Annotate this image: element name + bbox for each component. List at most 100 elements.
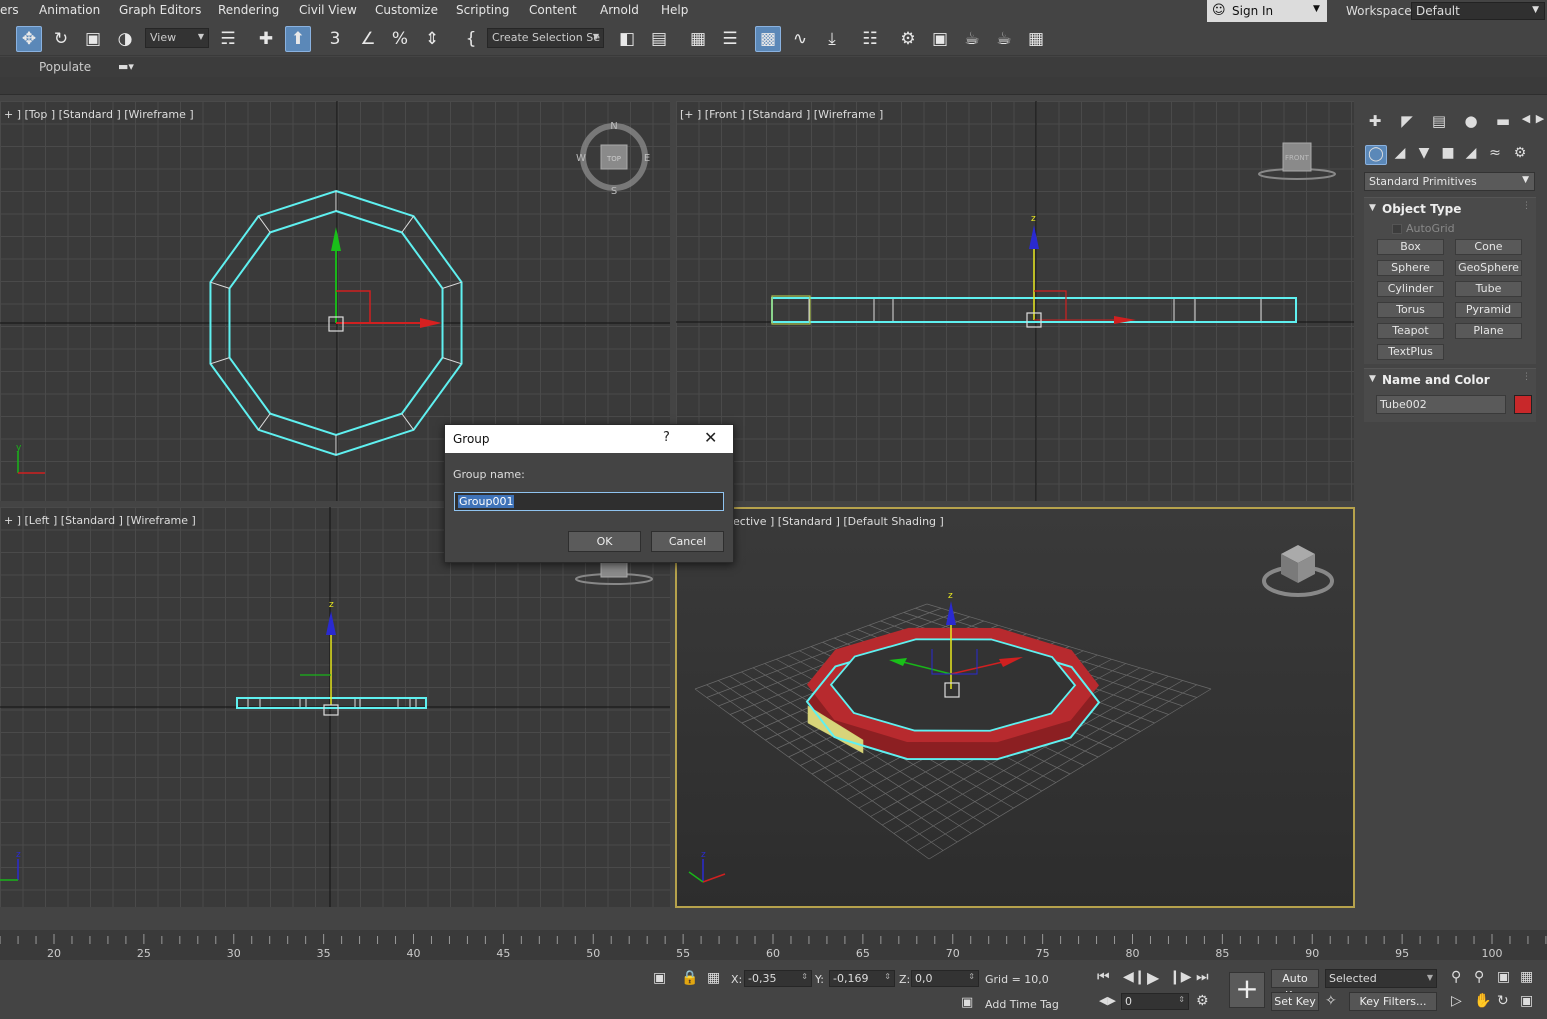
pyramid-button[interactable]: Pyramid — [1455, 302, 1522, 318]
viewport-front[interactable]: z FRONT [+ ] [Front ] [Standard ] [Wiref… — [676, 101, 1354, 501]
space-warps-category-icon[interactable]: ≈ — [1484, 145, 1506, 165]
menu-item-animation[interactable]: Animation — [39, 3, 100, 17]
group-name-input[interactable]: Group001 — [454, 492, 724, 511]
add-time-tag-button[interactable]: Add Time Tag — [985, 998, 1059, 1011]
select-and-place-icon[interactable]: ◑ — [112, 26, 138, 52]
spinner-icon[interactable]: ⇕ — [968, 972, 975, 981]
sign-in-button[interactable]: ☺ Sign In ▼ — [1207, 0, 1327, 22]
isolate-selection-icon[interactable]: ▣ — [653, 970, 666, 986]
orbit-icon[interactable]: ↻ — [1497, 993, 1509, 1009]
hierarchy-tab-icon[interactable]: ▤ — [1427, 112, 1451, 134]
select-and-scale-icon[interactable]: ▣ — [80, 26, 106, 52]
select-and-rotate-icon[interactable]: ↻ — [48, 26, 74, 52]
absolute-mode-icon[interactable]: ▦ — [707, 970, 720, 986]
menu-item-help[interactable]: Help — [661, 3, 688, 17]
object-color-swatch[interactable] — [1514, 395, 1532, 414]
viewport-left[interactable]: z z + ] [Left ] [Standard ] [Wireframe ] — [0, 507, 670, 907]
current-frame-field[interactable]: 0 ⇕ — [1121, 993, 1189, 1010]
zoom-extents-icon[interactable]: ▣ — [1497, 969, 1510, 985]
object-name-field[interactable]: Tube002 — [1376, 395, 1506, 414]
material-editor-icon[interactable]: ☷ — [857, 26, 883, 52]
menu-item-rendering[interactable]: Rendering — [218, 3, 279, 17]
menu-item-scripting[interactable]: Scripting — [456, 3, 509, 17]
pan-hand-icon[interactable]: ✋ — [1474, 993, 1491, 1009]
render-production-icon[interactable]: ☕ — [959, 26, 985, 52]
geosphere-button[interactable]: GeoSphere — [1455, 260, 1522, 276]
teapot-button[interactable]: Teapot — [1377, 323, 1444, 339]
snaps-toggle-icon[interactable]: 3 — [322, 26, 348, 52]
render-iterative-icon[interactable]: ☕ — [991, 26, 1017, 52]
named-selection-sets-dropdown[interactable]: Create Selection Se ▼ — [487, 28, 604, 48]
spinner-icon[interactable]: ⇕ — [1178, 995, 1185, 1004]
chevron-right-icon[interactable]: ▶ — [1533, 112, 1547, 134]
key-mode-dropdown[interactable]: Selected ▼ — [1325, 969, 1437, 988]
close-icon[interactable]: ✕ — [704, 428, 717, 447]
tube-button[interactable]: Tube — [1455, 281, 1522, 297]
viewport-label-perspective[interactable]: ective ] [Standard ] [Default Shading ] — [733, 515, 944, 528]
zoom-icon[interactable]: ⚲ — [1451, 969, 1461, 985]
set-key-button[interactable]: Set Key — [1271, 992, 1319, 1011]
rendered-frame-window-icon[interactable]: ▣ — [927, 26, 953, 52]
lock-icon[interactable]: 🔒 — [681, 970, 698, 986]
viewport-label-front[interactable]: [+ ] [Front ] [Standard ] [Wireframe ] — [680, 108, 883, 121]
cameras-category-icon[interactable]: ■ — [1437, 145, 1459, 165]
maximize-viewport-icon[interactable]: ▣ — [1520, 993, 1533, 1009]
zoom-all-icon[interactable]: ⚲ — [1474, 969, 1484, 985]
cancel-button[interactable]: Cancel — [651, 531, 724, 552]
sphere-button[interactable]: Sphere — [1377, 260, 1444, 276]
auto-key-button[interactable]: Auto Key — [1271, 969, 1319, 1002]
menu-item-arnold[interactable]: Arnold — [600, 3, 639, 17]
keyboard-shortcut-override-icon[interactable]: ⬆ — [285, 26, 311, 52]
render-setup-icon[interactable]: ⚙ — [895, 26, 921, 52]
mirror-icon[interactable]: ◧ — [614, 26, 640, 52]
y-coordinate-field[interactable]: -0,169 ⇕ — [829, 970, 895, 987]
menu-item-graph-editors[interactable]: Graph Editors — [119, 3, 201, 17]
display-tab-icon[interactable]: ▬ — [1491, 112, 1515, 134]
gizmo-xy-plane[interactable] — [336, 290, 371, 323]
key-filters-button[interactable]: Key Filters... — [1349, 992, 1437, 1011]
lights-category-icon[interactable]: ▼ — [1413, 145, 1435, 165]
viewcube-left[interactable] — [575, 561, 653, 585]
key-filter-icon[interactable]: ✧ — [1325, 993, 1337, 1009]
spinner-icon[interactable]: ⇕ — [884, 972, 891, 981]
collapse-arrow-icon[interactable]: ▼ — [1369, 203, 1376, 213]
ribbon-tab-populate[interactable]: Populate — [39, 60, 91, 74]
menu-item-customize[interactable]: Customize — [375, 3, 438, 17]
cone-button[interactable]: Cone — [1455, 239, 1522, 255]
helpers-category-icon[interactable]: ◢ — [1460, 145, 1482, 165]
menu-item-ers[interactable]: ers — [0, 3, 19, 17]
zoom-extents-all-icon[interactable]: ▦ — [1520, 969, 1533, 985]
dialog-titlebar[interactable]: Group ? ✕ — [445, 425, 733, 453]
angle-snap-icon[interactable]: ∠ — [355, 26, 381, 52]
go-to-end-icon[interactable]: ⏭ — [1196, 969, 1209, 985]
chevron-left-icon[interactable]: ◀ — [1519, 112, 1533, 134]
gizmo-z-arrow[interactable] — [1029, 225, 1039, 249]
gizmo-y-arrow[interactable] — [331, 227, 341, 251]
gizmo-xz-plane[interactable] — [1034, 290, 1067, 320]
set-keys-icon[interactable]: + — [1229, 972, 1265, 1008]
spinner-snap-icon[interactable]: ⇕ — [419, 26, 445, 52]
modify-tab-icon[interactable]: ◤ — [1395, 112, 1419, 134]
percent-snap-icon[interactable]: % — [387, 26, 413, 52]
reference-coordinate-dropdown[interactable]: View ▼ — [145, 28, 209, 48]
primitive-category-dropdown[interactable]: Standard Primitives ▼ — [1364, 172, 1535, 191]
ok-button[interactable]: OK — [568, 531, 641, 552]
align-icon[interactable]: ▤ — [646, 26, 672, 52]
viewcube-front[interactable]: FRONT — [1258, 142, 1336, 180]
time-tag-icon[interactable]: ▣ — [961, 995, 973, 1010]
scene-explorer-icon[interactable]: ▩ — [755, 26, 781, 52]
cylinder-button[interactable]: Cylinder — [1377, 281, 1444, 297]
box-button[interactable]: Box — [1377, 239, 1444, 255]
key-mode-toggle-icon[interactable]: ◀▶ — [1099, 994, 1116, 1007]
field-of-view-icon[interactable]: ▷ — [1451, 993, 1462, 1009]
toggle-ribbon-icon[interactable]: ☰ — [717, 26, 743, 52]
gizmo-z-arrow[interactable] — [326, 611, 336, 635]
pivot-center-icon[interactable]: ☴ — [215, 26, 241, 52]
time-configuration-icon[interactable]: ⚙ — [1196, 993, 1209, 1009]
viewport-perspective[interactable]: z z ective ] [Standard ] [Default Shadin… — [675, 507, 1355, 908]
go-to-start-icon[interactable]: ⏮ — [1097, 969, 1110, 985]
motion-tab-icon[interactable]: ● — [1459, 112, 1483, 134]
autogrid-checkbox[interactable] — [1392, 224, 1402, 234]
object-type-title[interactable]: Object Type — [1382, 202, 1461, 216]
gizmo-x-arrow[interactable] — [420, 318, 442, 328]
